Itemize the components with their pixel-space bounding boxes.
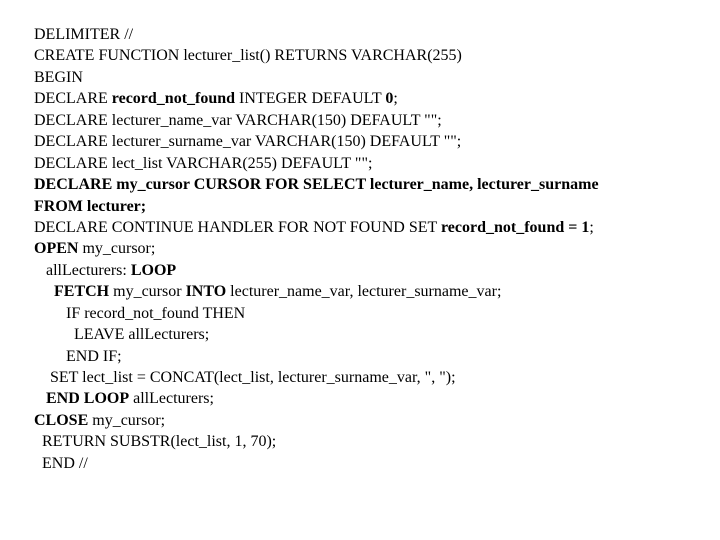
code-line: DECLARE my_cursor CURSOR FOR SELECT lect… [34, 174, 686, 195]
code-line: DECLARE lecturer_name_var VARCHAR(150) D… [34, 110, 686, 131]
code-line: CREATE FUNCTION lecturer_list() RETURNS … [34, 45, 686, 66]
code-bold: OPEN [34, 240, 78, 257]
code-line: END LOOP allLecturers; [34, 388, 686, 409]
code-bold: CLOSE [34, 412, 88, 429]
code-line: FROM lecturer; [34, 196, 686, 217]
code-bold: record_not_found [112, 90, 235, 107]
code-text: END IF; [34, 348, 122, 365]
code-page: DELIMITER // CREATE FUNCTION lecturer_li… [0, 0, 720, 498]
code-text: DELIMITER // [34, 26, 133, 43]
code-text: CREATE FUNCTION lecturer_list() RETURNS … [34, 47, 462, 64]
code-text: DECLARE lecturer_surname_var VARCHAR(150… [34, 133, 461, 150]
code-text: my_cursor [109, 283, 185, 300]
code-text: ; [589, 219, 593, 236]
code-text: INTEGER DEFAULT [235, 90, 385, 107]
code-text: allLecturers: [34, 262, 131, 279]
code-line: RETURN SUBSTR(lect_list, 1, 70); [34, 431, 686, 452]
code-bold: FETCH [54, 283, 109, 300]
code-line: SET lect_list = CONCAT(lect_list, lectur… [34, 367, 686, 388]
code-line: DECLARE lecturer_surname_var VARCHAR(150… [34, 131, 686, 152]
code-text: DECLARE [34, 90, 112, 107]
code-bold: INTO [186, 283, 227, 300]
code-bold: DECLARE my_cursor CURSOR FOR SELECT lect… [34, 176, 599, 193]
code-line: BEGIN [34, 67, 686, 88]
code-line: END IF; [34, 346, 686, 367]
code-text: lecturer_name_var, lecturer_surname_var; [226, 283, 501, 300]
code-line: DELIMITER // [34, 24, 686, 45]
code-line: DECLARE lect_list VARCHAR(255) DEFAULT "… [34, 153, 686, 174]
code-text [34, 283, 54, 300]
code-line: LEAVE allLecturers; [34, 324, 686, 345]
code-text: IF record_not_found THEN [34, 305, 245, 322]
code-line: FETCH my_cursor INTO lecturer_name_var, … [34, 281, 686, 302]
code-bold: record_not_found = 1 [441, 219, 589, 236]
code-text: DECLARE lecturer_name_var VARCHAR(150) D… [34, 112, 442, 129]
code-line: DECLARE record_not_found INTEGER DEFAULT… [34, 88, 686, 109]
code-text: BEGIN [34, 69, 83, 86]
code-text: END // [34, 455, 88, 472]
code-bold: LOOP [131, 262, 176, 279]
code-text: my_cursor; [78, 240, 155, 257]
code-text: ; [393, 90, 397, 107]
code-text: DECLARE CONTINUE HANDLER FOR NOT FOUND S… [34, 219, 441, 236]
code-line: END // [34, 453, 686, 474]
code-line: DECLARE CONTINUE HANDLER FOR NOT FOUND S… [34, 217, 686, 238]
code-bold: FROM lecturer; [34, 198, 146, 215]
code-text: my_cursor; [88, 412, 165, 429]
code-bold: END LOOP [46, 390, 129, 407]
code-line: allLecturers: LOOP [34, 260, 686, 281]
code-text: allLecturers; [129, 390, 214, 407]
code-text: LEAVE allLecturers; [34, 326, 209, 343]
code-text: RETURN SUBSTR(lect_list, 1, 70); [34, 433, 276, 450]
code-line: OPEN my_cursor; [34, 238, 686, 259]
code-text [34, 390, 46, 407]
code-text: DECLARE lect_list VARCHAR(255) DEFAULT "… [34, 155, 372, 172]
code-line: IF record_not_found THEN [34, 303, 686, 324]
code-text: SET lect_list = CONCAT(lect_list, lectur… [34, 369, 456, 386]
code-line: CLOSE my_cursor; [34, 410, 686, 431]
